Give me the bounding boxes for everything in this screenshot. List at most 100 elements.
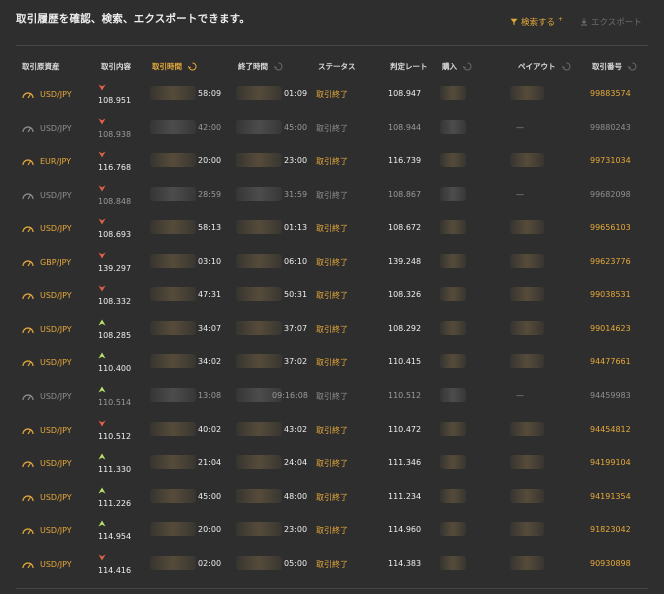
purchase-redacted	[440, 86, 466, 100]
judge-rate: 111.346	[388, 458, 422, 468]
trade-time-redacted	[150, 119, 196, 134]
trade-id[interactable]: 99883574	[590, 89, 631, 98]
asset-name: USD/JPY	[40, 291, 72, 301]
filter-icon	[510, 18, 518, 26]
entry-rate: 108.693	[98, 230, 132, 240]
table-row[interactable]: USD/JPY 114.416 02:00 05:00 取引終了 114.383 90930…	[0, 554, 664, 590]
column-header-label: 判定レート	[390, 62, 428, 71]
column-header-payout[interactable]: ペイアウト	[518, 61, 571, 72]
trade-time-redacted	[150, 488, 196, 503]
sort-icon[interactable]	[188, 62, 197, 71]
table-row[interactable]: USD/JPY 108.693 58:13 01:13 取引終了 108.672 99656…	[0, 218, 664, 254]
gauge-icon	[22, 226, 34, 233]
trade-id[interactable]: 99014623	[590, 324, 631, 333]
trade-time: 34:07	[198, 323, 222, 333]
asset-cell: USD/JPY	[22, 459, 72, 468]
trade-id[interactable]: 94199104	[590, 458, 631, 467]
trade-time-redacted	[150, 320, 196, 335]
payout-redacted	[510, 220, 544, 235]
table-row[interactable]: USD/JPY 111.226 45:00 48:00 取引終了 111.234 94191…	[0, 487, 664, 523]
end-time: 50:31	[284, 290, 308, 300]
status: 取引終了	[316, 224, 348, 234]
table-row[interactable]: USD/JPY 111.330 21:04 24:04 取引終了 111.346 94199…	[0, 453, 664, 489]
status: 取引終了	[316, 358, 348, 368]
trade-id[interactable]: 99656103	[590, 223, 631, 232]
export-button[interactable]: エクスポート	[580, 16, 642, 28]
end-time-redacted	[236, 287, 282, 302]
column-header-time[interactable]: 取引時間	[152, 61, 197, 72]
trade-id[interactable]: 99880243	[590, 123, 631, 132]
sort-icon[interactable]	[628, 62, 637, 71]
column-header-id[interactable]: 取引番号	[592, 61, 637, 72]
trade-id[interactable]: 94454812	[590, 425, 631, 434]
column-header-status: ステータス	[318, 61, 356, 72]
asset-cell: USD/JPY	[22, 392, 72, 401]
entry-rate: 108.285	[98, 330, 132, 340]
column-header-buy[interactable]: 購入	[442, 61, 472, 72]
trade-id[interactable]: 91823042	[590, 525, 631, 534]
search-button[interactable]: 検索する +	[510, 16, 563, 28]
trade-time: 20:00	[198, 525, 222, 535]
end-time-redacted	[236, 488, 282, 503]
trade-id[interactable]: 99623776	[590, 257, 631, 266]
entry-rate: 108.332	[98, 297, 132, 307]
asset-cell: USD/JPY	[22, 291, 72, 300]
end-time: 06:10	[284, 256, 308, 266]
table-row[interactable]: GBP/JPY 139.297 03:10 06:10 取引終了 139.248 99623…	[0, 252, 664, 288]
table-row[interactable]: USD/JPY 110.512 40:02 43:02 取引終了 110.472 94454…	[0, 420, 664, 456]
column-header-label: ステータス	[318, 62, 356, 71]
trade-time-redacted	[150, 522, 196, 537]
up-arrow-icon	[98, 453, 108, 461]
table-row[interactable]: USD/JPY 110.400 34:02 37:02 取引終了 110.415 94477…	[0, 352, 664, 388]
table-row[interactable]: USD/JPY 108.951 58:09 01:09 取引終了 108.947 99883…	[0, 84, 664, 120]
purchase-redacted	[440, 522, 466, 537]
trade-id[interactable]: 99682098	[590, 190, 631, 199]
sort-icon[interactable]	[274, 62, 283, 71]
table-row[interactable]: USD/JPY 108.848 28:59 31:59 取引終了 108.867 — 9968…	[0, 185, 664, 221]
search-button-label: 検索する	[521, 18, 556, 28]
trade-time-redacted	[150, 387, 196, 402]
trade-id[interactable]: 99731034	[590, 156, 631, 165]
column-header-end[interactable]: 終了時間	[238, 61, 283, 72]
trade-id[interactable]: 99038531	[590, 290, 631, 299]
table-row[interactable]: USD/JPY 114.954 20:00 23:00 取引終了 114.960 91823…	[0, 520, 664, 556]
payout: —	[516, 390, 524, 400]
entry-rate: 108.848	[98, 196, 132, 206]
table-row[interactable]: USD/JPY 110.514 13:08 09:16:08 取引終了 110.512 — 9…	[0, 386, 664, 422]
status: 取引終了	[316, 291, 348, 301]
down-arrow-icon	[98, 285, 108, 293]
table-row[interactable]: USD/JPY 108.285 34:07 37:07 取引終了 108.292 99014…	[0, 319, 664, 355]
status: 取引終了	[316, 190, 348, 200]
payout-redacted	[510, 153, 544, 168]
end-time: 01:13	[284, 223, 308, 233]
asset-cell: USD/JPY	[22, 124, 72, 133]
trade-time-redacted	[150, 186, 196, 201]
payout-redacted	[510, 354, 544, 369]
end-time-redacted	[236, 253, 282, 268]
column-header-label: 取引番号	[592, 62, 622, 71]
table-row[interactable]: USD/JPY 108.332 47:31 50:31 取引終了 108.326 99038…	[0, 285, 664, 321]
up-arrow-icon	[98, 386, 108, 394]
trade-id[interactable]: 94191354	[590, 492, 631, 501]
gauge-icon	[22, 293, 34, 300]
payout-redacted	[510, 86, 544, 100]
asset-cell: USD/JPY	[22, 526, 72, 535]
trade-id[interactable]: 94477661	[590, 357, 631, 366]
entry-rate: 111.330	[98, 465, 132, 475]
trade-time: 21:04	[198, 458, 222, 468]
trade-id[interactable]: 94459983	[590, 391, 631, 400]
trade-time: 58:09	[198, 89, 222, 98]
down-arrow-icon	[98, 185, 108, 193]
entry-rate: 114.954	[98, 532, 132, 542]
purchase-redacted	[440, 119, 466, 134]
down-arrow-icon	[98, 151, 108, 159]
sort-icon[interactable]	[561, 62, 571, 71]
entry-rate: 108.938	[98, 129, 132, 139]
trade-id[interactable]: 90930898	[590, 559, 631, 568]
end-time: 31:59	[284, 189, 308, 199]
entry-rate: 110.514	[98, 397, 132, 407]
asset-name: USD/JPY	[40, 190, 72, 200]
table-row[interactable]: USD/JPY 108.938 42:00 45:00 取引終了 108.944 — 9988…	[0, 118, 664, 154]
sort-icon[interactable]	[463, 62, 472, 71]
table-row[interactable]: EUR/JPY 116.768 20:00 23:00 取引終了 116.739 99731…	[0, 151, 664, 187]
